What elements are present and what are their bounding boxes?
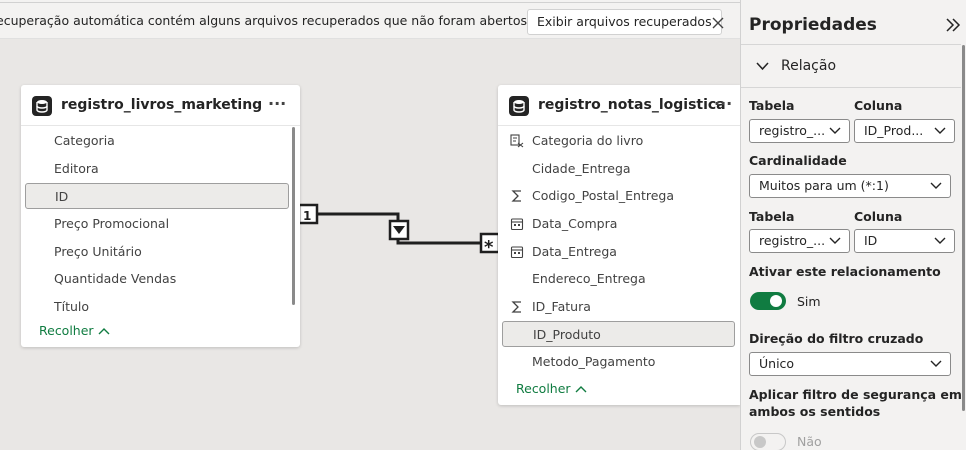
- crossfilter-label: Direção do filtro cruzado: [749, 331, 924, 346]
- field-preco-unitario[interactable]: Preço Unitário: [21, 239, 291, 265]
- sigma-icon: [511, 301, 521, 313]
- chevron-down-icon: [829, 127, 841, 134]
- field-editora[interactable]: Editora: [21, 156, 291, 182]
- collapse-link[interactable]: Recolher: [516, 381, 587, 396]
- chevron-up-icon: [575, 386, 587, 393]
- chevron-down-icon: [930, 182, 942, 189]
- chevron-up-icon: [98, 328, 110, 335]
- field-quantidade-vendas[interactable]: Quantidade Vendas: [21, 266, 291, 292]
- close-icon[interactable]: [712, 17, 724, 29]
- active-relationship-value: Sim: [797, 294, 821, 309]
- table-header[interactable]: registro_notas_logistica ···: [498, 85, 740, 126]
- table-label-2: Tabela: [749, 209, 795, 224]
- hierarchy-icon: [510, 134, 524, 148]
- model-canvas[interactable]: 1 * registro_livros_marketing ··· Catego…: [0, 40, 740, 450]
- panel-scrollbar[interactable]: [962, 45, 965, 411]
- more-options-icon[interactable]: ···: [714, 94, 732, 113]
- column-label-2: Coluna: [854, 209, 903, 224]
- chevron-down-icon: [934, 237, 946, 244]
- field-id-selected[interactable]: ID: [25, 183, 289, 209]
- section-label: Relação: [781, 58, 837, 74]
- database-icon: [32, 96, 52, 116]
- table2-dropdown[interactable]: registro_...: [749, 229, 850, 253]
- chevron-down-icon: [829, 237, 841, 244]
- field-titulo[interactable]: Título: [21, 294, 291, 320]
- chevron-down-icon: [930, 360, 942, 367]
- table-title: registro_notas_logistica: [538, 97, 726, 113]
- double-chevron-right-icon[interactable]: [945, 18, 961, 32]
- security-filter-label-line2: ambos os sentidos: [749, 404, 881, 419]
- properties-panel: Propriedades Relação Tabela Coluna regis…: [740, 0, 966, 450]
- field-id-produto-selected[interactable]: ID_Produto: [502, 321, 735, 347]
- active-relationship-toggle[interactable]: [750, 292, 786, 310]
- chevron-down-icon: [756, 62, 769, 71]
- table-card-registro-livros-marketing[interactable]: registro_livros_marketing ··· Categoria …: [21, 85, 300, 347]
- table-header[interactable]: registro_livros_marketing ···: [21, 85, 300, 126]
- crossfilter-dropdown[interactable]: Único: [749, 352, 951, 376]
- table-label: Tabela: [749, 98, 795, 113]
- field-id-fatura[interactable]: ID_Fatura: [498, 294, 738, 320]
- column-label: Coluna: [854, 98, 903, 113]
- column1-dropdown[interactable]: ID_Prod...: [854, 119, 955, 143]
- sigma-icon: [511, 190, 521, 202]
- column2-dropdown[interactable]: ID: [854, 229, 955, 253]
- toggle-knob: [770, 295, 782, 307]
- chevron-down-icon: [934, 127, 946, 134]
- many-cardinality-label: *: [484, 237, 494, 258]
- calendar-icon: [510, 218, 524, 231]
- database-icon: [509, 96, 529, 116]
- active-relationship-label: Ativar este relacionamento: [749, 264, 941, 279]
- more-options-icon[interactable]: ···: [268, 94, 286, 113]
- security-filter-label-line1: Aplicar filtro de segurança em: [749, 387, 962, 402]
- security-filter-value: Não: [797, 434, 822, 449]
- table1-dropdown[interactable]: registro_...: [749, 119, 850, 143]
- table-title: registro_livros_marketing: [61, 97, 263, 113]
- field-endereco-entrega[interactable]: Endereco_Entrega: [498, 266, 738, 292]
- field-categoria-do-livro[interactable]: Categoria do livro: [498, 128, 738, 154]
- field-categoria[interactable]: Categoria: [21, 128, 291, 154]
- cardinality-dropdown[interactable]: Muitos para um (*:1): [749, 174, 951, 198]
- show-recovered-files-button[interactable]: Exibir arquivos recuperados: [527, 9, 722, 35]
- recovery-banner: ecuperação automática contém alguns arqu…: [0, 3, 740, 39]
- security-filter-toggle[interactable]: [750, 433, 786, 450]
- field-data-entrega[interactable]: Data_Entrega: [498, 239, 738, 265]
- field-metodo-pagamento[interactable]: Metodo_Pagamento: [498, 349, 738, 375]
- panel-title: Propriedades: [749, 15, 877, 35]
- cardinality-label: Cardinalidade: [749, 153, 847, 168]
- field-cidade-entrega[interactable]: Cidade_Entrega: [498, 156, 738, 182]
- toggle-knob: [754, 436, 766, 448]
- calendar-icon: [510, 246, 524, 259]
- table-scrollbar[interactable]: [292, 127, 295, 305]
- table-card-registro-notas-logistica[interactable]: registro_notas_logistica ··· Categoria d…: [498, 85, 740, 405]
- relationship-section-header[interactable]: Relação: [741, 44, 961, 88]
- field-data-compra[interactable]: Data_Compra: [498, 211, 738, 237]
- field-preco-promocional[interactable]: Preço Promocional: [21, 211, 291, 237]
- field-codigo-postal-entrega[interactable]: Codigo_Postal_Entrega: [498, 183, 738, 209]
- one-cardinality-label: 1: [303, 209, 311, 223]
- collapse-link[interactable]: Recolher: [39, 323, 110, 338]
- banner-message: ecuperação automática contém alguns arqu…: [0, 13, 531, 28]
